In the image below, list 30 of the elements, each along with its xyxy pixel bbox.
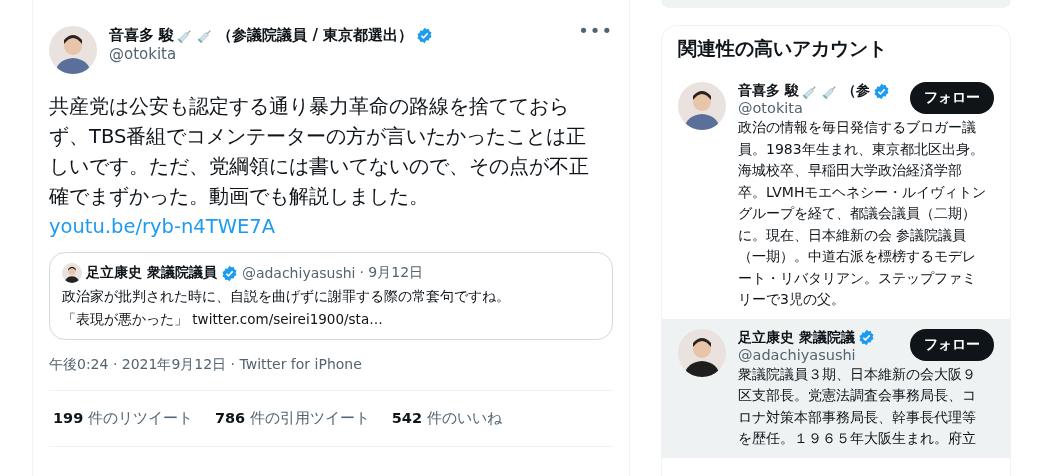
tweet-stat[interactable]: 542 件のいいね (391, 409, 502, 428)
quote-author-handle: @adachiyasushi (241, 265, 356, 281)
quote-author-name: 足立康史 衆議院議員 (86, 264, 217, 282)
avatar[interactable] (62, 263, 82, 283)
more-icon[interactable]: ••• (578, 26, 613, 36)
author-name[interactable]: 音喜多 駿 (109, 26, 175, 45)
card-title: 関連性の高いアカウント (677, 36, 888, 61)
account-bio: 衆議院議員３期、日本維新の会大阪９区支部長。党憲法調査会事務局長、コロナ対策本部事務局長、幹事長代理等を歴任。１９６５年大阪生まれ。府立 (738, 364, 977, 448)
account-bio: 政治の情報を毎日発信するブロガー議員。1983年生まれ、東京都北区出身。海城校卒、早稲田大学政治経済学部卒。LVMHモエヘネシー・ルイヴィトングループを経て、都議会議員（二期）に。現在、日本維新の会 参議院議員（一期）。中道右派を標榜するモデレート・リバタリアン。ステップファミリーで3児の父。 (738, 118, 988, 309)
account-row[interactable]: 足立康史 衆議院議 @adachiyasushi フォロー 衆議院議員３期、日本維新の会大阪９区支部長。党憲法調査会事務局長、コロナ対策本部事務局長、幹事長代理等を歴任。１９６５年大阪生まれ。府立 (662, 318, 1010, 458)
author-title: （参議院議員 / 東京都選出） (217, 26, 414, 45)
quote-text: 政治家が批判された時に、自説を曲げずに謝罪する際の常套句ですね。 (62, 287, 511, 306)
quote-text: 「表現が悪かった」 twitter.com/seirei1900/sta… (62, 310, 384, 329)
author-name[interactable]: 音喜多 駿 (738, 82, 799, 100)
tweet-text: 共産党は公安も認定する通り暴力革命の路線を捨てておらず、TBS番組でコメンテーターの方が言いたかったことは正しいです。ただ、党綱領には書いてないので、その点が不正確でまずかった。動画でも解説しました。 (49, 94, 590, 210)
account-handle: @otokita (738, 100, 804, 116)
avatar[interactable] (49, 26, 97, 74)
tweet-stat[interactable]: 199 件のリツイート (53, 409, 193, 428)
author-title: （参 (841, 82, 870, 100)
avatar[interactable] (678, 328, 726, 377)
quote-date: · 9月12日 (359, 264, 424, 282)
tweet-stat[interactable]: 786 件の引用ツイート (214, 409, 370, 428)
author-handle[interactable]: @otokita (109, 45, 567, 63)
account-handle: @adachiyasushi (738, 346, 857, 363)
follow-button[interactable]: フォロー (910, 82, 994, 114)
quoted-tweet[interactable]: 足立康史 衆議院議員 @adachiyasushi · 9月12日 政治家が批判された時に、自説を曲げずに謝罪する際の常套句ですね。 「表現が悪かった」 twitter.com/seirei1900/sta… (49, 252, 613, 340)
author-name[interactable]: 足立康史 衆議院議 (738, 328, 855, 347)
avatar[interactable] (678, 82, 726, 130)
follow-button[interactable]: フォロー (910, 328, 994, 361)
tweet-timestamp: 午後0:24 · 2021年9月12日 · Twitter for iPhone (49, 356, 613, 391)
